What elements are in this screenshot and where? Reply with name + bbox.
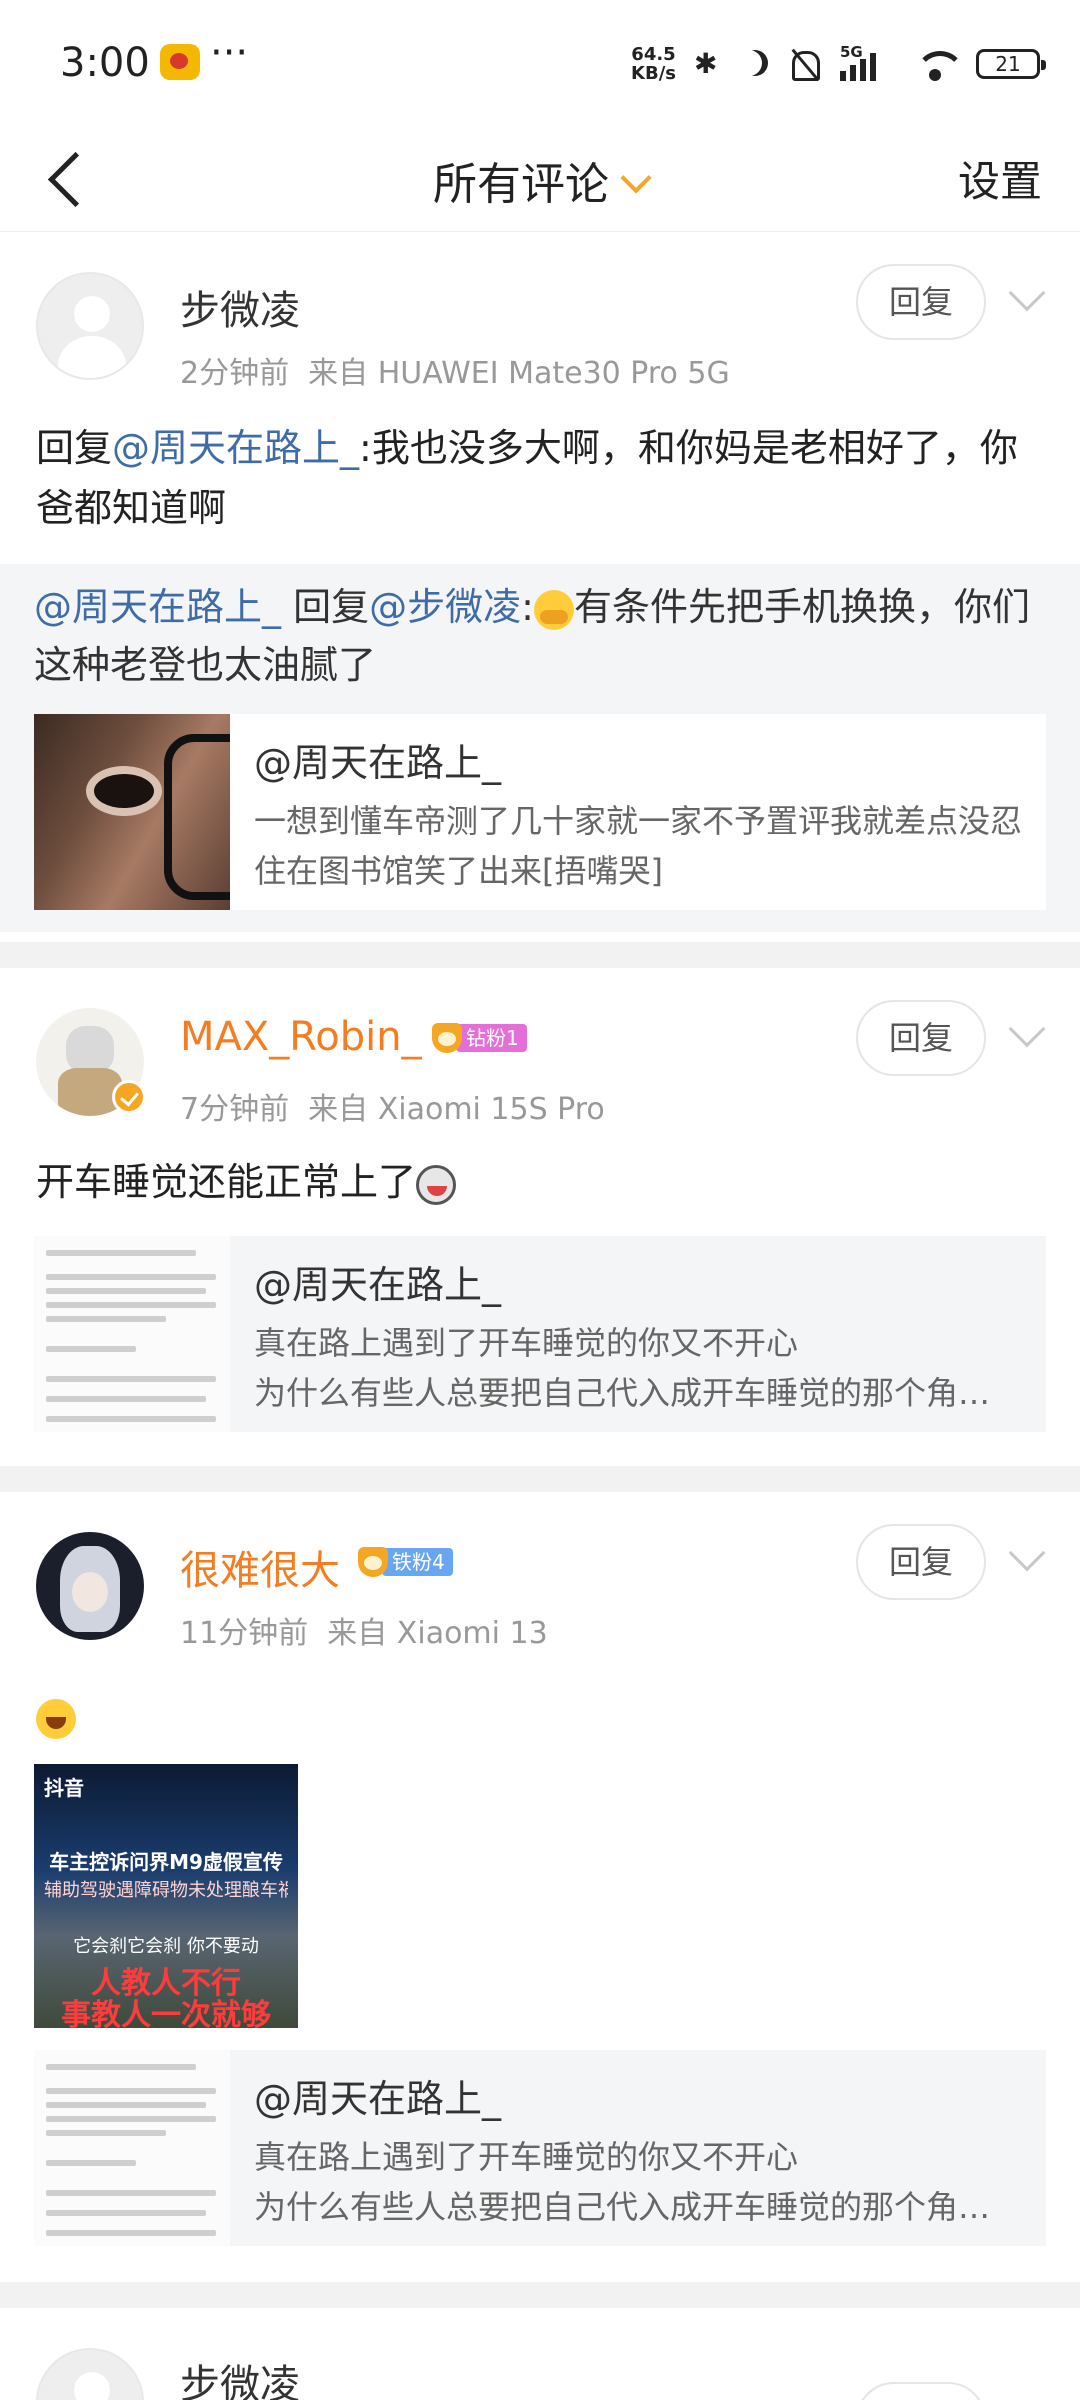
card-author: @周天在路上_ bbox=[254, 741, 502, 785]
status-bar: 3:00 ··· 64.5 KB/s 5G 21 bbox=[0, 0, 1080, 130]
card-author: @周天在路上_ bbox=[254, 1263, 502, 1307]
dnd-moon-icon bbox=[738, 47, 772, 81]
card-author: @周天在路上_ bbox=[254, 2077, 502, 2121]
top-nav-bar: 所有评论 设置 bbox=[0, 130, 1080, 232]
net-speed: 64.5 KB/s bbox=[631, 45, 676, 83]
sub-reply[interactable]: @周天在路上_ 回复@步微凌: 有条件先把手机换换，你们这种老登也太油腻了 @周天… bbox=[0, 564, 1080, 932]
battery-level: 21 bbox=[995, 52, 1021, 76]
mention-link[interactable]: @周天在路上_ bbox=[34, 585, 281, 629]
chevron-down-icon bbox=[620, 162, 652, 194]
status-more-icon: ··· bbox=[210, 30, 249, 76]
status-time: 3:00 bbox=[60, 40, 150, 86]
comment-meta: 11分钟前 来自 Xiaomi 13 bbox=[180, 1608, 548, 1652]
bluetooth-icon bbox=[690, 47, 724, 81]
comment-time: 7分钟前 bbox=[180, 1092, 290, 1127]
post-thumbnail bbox=[34, 2050, 230, 2246]
title-dropdown[interactable]: 所有评论 bbox=[0, 148, 1080, 212]
chevron-down-icon[interactable] bbox=[1008, 274, 1046, 312]
verified-badge-icon bbox=[112, 1080, 146, 1114]
post-thumbnail bbox=[34, 714, 230, 910]
comment-item: MAX_Robin_ 钻粉1 7分钟前 来自 Xiaomi 15S Pro 回复… bbox=[0, 968, 1080, 1454]
reply-button[interactable] bbox=[856, 2382, 986, 2400]
fan-badge[interactable]: 铁粉4 bbox=[358, 1544, 453, 1580]
crown-icon bbox=[432, 1023, 462, 1053]
comment-meta: 2分钟前 来自 HUAWEI Mate30 Pro 5G bbox=[180, 348, 730, 392]
reply-button[interactable]: 回复 bbox=[856, 1524, 986, 1600]
weibo-app-icon bbox=[160, 44, 200, 80]
crown-icon bbox=[358, 1547, 388, 1577]
comment-time: 11分钟前 bbox=[180, 1616, 309, 1651]
username[interactable]: MAX_Robin_ bbox=[180, 1014, 422, 1060]
username[interactable]: 步微凌 bbox=[180, 278, 300, 336]
fan-badge-label: 钻粉1 bbox=[456, 1024, 527, 1052]
comment-time: 2分钟前 bbox=[180, 356, 290, 391]
divider bbox=[0, 942, 1080, 968]
comment-text bbox=[36, 1686, 1050, 1746]
comment-source: 来自 Xiaomi 15S Pro bbox=[308, 1092, 605, 1127]
avatar[interactable] bbox=[36, 2348, 144, 2400]
laugh-cry-emoji-icon bbox=[36, 1698, 76, 1739]
mention-link[interactable]: @步微凌 bbox=[369, 585, 521, 629]
username[interactable]: 很难很大 bbox=[180, 1538, 340, 1596]
chevron-down-icon[interactable] bbox=[1008, 1010, 1046, 1048]
comment-text: 回复@周天在路上_:我也没多大啊，和你妈是老相好了，你爸都知道啊 bbox=[36, 426, 1018, 530]
funny-face-emoji-icon bbox=[416, 1164, 457, 1205]
quoted-post-card[interactable]: @周天在路上_ 一想到懂车帝测了几十家就一家不予置评我就差点没忍住在图书馆笑了出… bbox=[34, 714, 1046, 910]
video-thumbnail[interactable]: 抖音 车主控诉问界M9虚假宣传 辅助驾驶遇障碍物未处理酿车祸 它会刹它会刹 你不… bbox=[34, 1764, 298, 2028]
mute-icon bbox=[786, 47, 826, 81]
avatar[interactable] bbox=[36, 272, 144, 380]
comment-source: 来自 Xiaomi 13 bbox=[327, 1616, 548, 1651]
username[interactable]: 步微凌 bbox=[180, 2352, 300, 2400]
cover-mouth-emoji-icon bbox=[533, 589, 574, 630]
signal-icon: 5G bbox=[840, 43, 898, 81]
comment-text: 开车睡觉还能正常上了 bbox=[36, 1152, 1050, 1212]
comment-source: 来自 HUAWEI Mate30 Pro 5G bbox=[308, 356, 730, 391]
sub-reply-text: @周天在路上_ 回复@步微凌: 有条件先把手机换换，你们这种老登也太油腻了 bbox=[34, 585, 1030, 687]
chevron-down-icon[interactable] bbox=[1008, 1534, 1046, 1572]
reply-button[interactable]: 回复 bbox=[856, 264, 986, 340]
settings-button[interactable]: 设置 bbox=[958, 148, 1042, 209]
post-thumbnail bbox=[34, 1236, 230, 1432]
fan-badge-label: 铁粉4 bbox=[382, 1548, 453, 1576]
quoted-post-card[interactable]: @周天在路上_ 真在路上遇到了开车睡觉的你又不开心 为什么有些人总要把自己代入成… bbox=[34, 1236, 1046, 1432]
card-text: 真在路上遇到了开车睡觉的你又不开心 为什么有些人总要把自己代入成开车睡觉的那个角… bbox=[254, 2138, 991, 2226]
fan-badge[interactable]: 钻粉1 bbox=[432, 1020, 527, 1056]
net-speed-unit: KB/s bbox=[631, 63, 676, 84]
card-text: 真在路上遇到了开车睡觉的你又不开心 为什么有些人总要把自己代入成开车睡觉的那个角… bbox=[254, 1324, 991, 1412]
network-type: 5G bbox=[840, 43, 863, 61]
page-title: 所有评论 bbox=[433, 159, 609, 210]
comment-meta: 7分钟前 来自 Xiaomi 15S Pro bbox=[180, 1084, 605, 1128]
divider bbox=[0, 1466, 1080, 1492]
tiktok-app-label: 抖音 bbox=[44, 1776, 84, 1800]
card-text: 一想到懂车帝测了几十家就一家不予置评我就差点没忍住在图书馆笑了出来[捂嘴哭] bbox=[254, 802, 1023, 890]
avatar[interactable] bbox=[36, 1532, 144, 1640]
wifi-icon bbox=[912, 47, 965, 81]
net-speed-value: 64.5 bbox=[631, 44, 676, 65]
battery-icon: 21 bbox=[976, 49, 1046, 79]
mention-link[interactable]: @周天在路上_ bbox=[112, 426, 359, 470]
comment-item: 很难很大 铁粉4 11分钟前 来自 Xiaomi 13 回复 抖音 车主控诉问界… bbox=[0, 1492, 1080, 2282]
comment-item: 步微凌 bbox=[0, 2308, 1080, 2400]
reply-button[interactable]: 回复 bbox=[856, 1000, 986, 1076]
divider bbox=[0, 2282, 1080, 2308]
quoted-post-card[interactable]: @周天在路上_ 真在路上遇到了开车睡觉的你又不开心 为什么有些人总要把自己代入成… bbox=[34, 2050, 1046, 2246]
comment-item: 步微凌 2分钟前 来自 HUAWEI Mate30 Pro 5G 回复 回复@周… bbox=[0, 232, 1080, 932]
